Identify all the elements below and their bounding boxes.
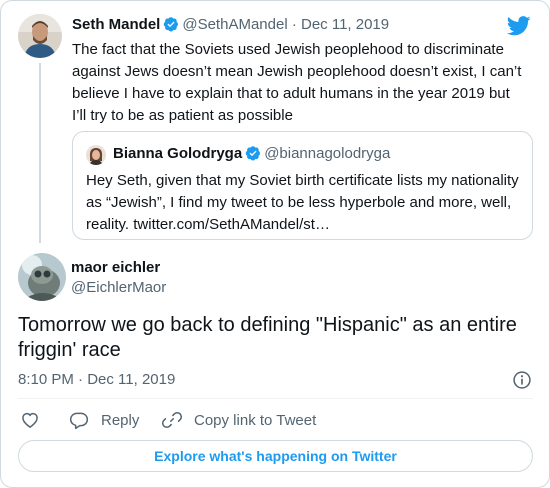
main-tweet-text: Tomorrow we go back to defining "Hispani… <box>18 314 517 361</box>
link-icon <box>162 411 182 429</box>
reply-bubble-icon <box>69 412 89 430</box>
verified-badge-icon <box>245 146 261 161</box>
heart-icon <box>22 412 38 428</box>
info-icon[interactable] <box>512 370 532 390</box>
copy-link-button[interactable]: Copy link to Tweet <box>162 408 316 432</box>
author-handle[interactable]: @SethAMandel <box>182 16 287 33</box>
parent-tweet-header: Seth Mandel @SethAMandel · Dec 11, 2019 <box>72 15 389 35</box>
reply-label: Reply <box>101 411 140 429</box>
thread-connector-line <box>39 63 41 243</box>
reply-button[interactable]: Reply <box>69 408 139 432</box>
author-handle[interactable]: @EichlerMaor <box>71 278 166 298</box>
author-name[interactable]: maor eichler <box>71 258 160 278</box>
avatar <box>86 145 106 165</box>
quoted-author-name: Bianna Golodryga <box>113 145 243 162</box>
parent-tweet-text: The fact that the Soviets used Jewish pe… <box>72 41 522 124</box>
copy-link-label: Copy link to Tweet <box>194 411 317 429</box>
verified-badge-icon <box>164 17 179 32</box>
tweet-timestamp[interactable]: 8:10 PM · Dec 11, 2019 <box>18 370 175 390</box>
avatar[interactable] <box>18 253 66 301</box>
twitter-bird-icon[interactable] <box>507 15 531 37</box>
author-name[interactable]: Seth Mandel <box>72 16 160 33</box>
divider <box>18 398 533 399</box>
explore-twitter-button[interactable]: Explore what's happening on Twitter <box>18 440 533 472</box>
quoted-author-handle: @biannagolodryga <box>264 145 391 162</box>
like-button[interactable] <box>20 408 40 432</box>
quoted-tweet-text: Hey Seth, given that my Soviet birth cer… <box>86 172 519 233</box>
tweet-date[interactable]: Dec 11, 2019 <box>301 16 389 33</box>
separator-dot: · <box>291 16 297 33</box>
tweet-embed-card: Seth Mandel @SethAMandel · Dec 11, 2019 T… <box>0 0 550 488</box>
avatar[interactable] <box>18 14 62 58</box>
quoted-tweet-header: Bianna Golodryga @biannagolodryga <box>113 144 390 164</box>
quoted-tweet[interactable]: Bianna Golodryga @biannagolodryga Hey Set… <box>72 131 533 240</box>
